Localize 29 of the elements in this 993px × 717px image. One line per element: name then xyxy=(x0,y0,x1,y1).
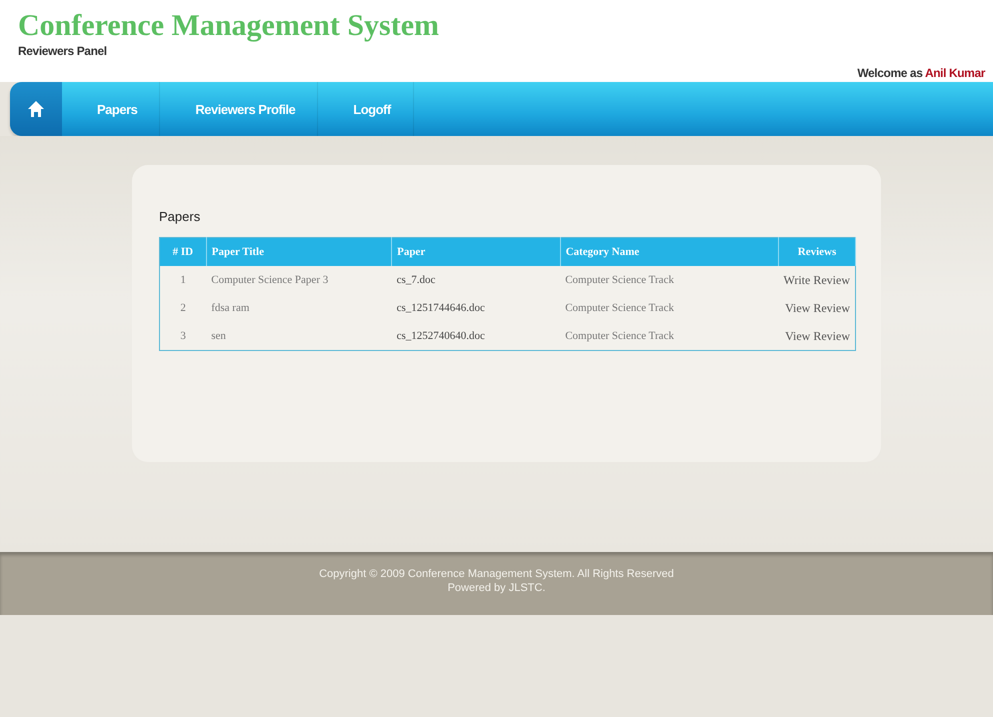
powered-by-text: Powered by JLSTC. xyxy=(446,581,546,595)
column-header: Paper xyxy=(392,238,560,266)
column-header: # ID xyxy=(160,238,206,266)
column-header: Paper Title xyxy=(206,238,392,266)
review-link[interactable]: Write Review xyxy=(784,272,850,286)
table-cell: Computer Science Track xyxy=(560,266,778,294)
table-cell: sen xyxy=(206,322,392,350)
section-title: Papers xyxy=(159,209,202,224)
site-title: Conference Management System xyxy=(18,8,440,44)
table-cell-text: cs_1251744646.doc xyxy=(396,301,486,316)
table-cell: cs_7.doc xyxy=(392,266,560,294)
user-name: Anil Kumar xyxy=(924,66,985,80)
column-header: Category Name xyxy=(560,238,778,266)
panel-subtitle: Reviewers Panel xyxy=(18,44,108,58)
table-cell: 3 xyxy=(160,322,206,350)
table-cell: 2 xyxy=(160,294,206,322)
table-cell-text: fdsa ram xyxy=(210,301,250,316)
home-button[interactable] xyxy=(10,82,62,136)
review-link[interactable]: View Review xyxy=(785,328,850,342)
table-cell: Computer Science Track xyxy=(560,322,778,350)
table-cell: Computer Science Paper 3 xyxy=(206,266,392,294)
table-cell-text: Computer Science Track xyxy=(564,301,675,316)
column-header: Reviews xyxy=(778,238,856,266)
home-icon xyxy=(27,100,45,118)
copyright-text: Copyright © 2009 Conference Management System. All Rights Reserved xyxy=(318,567,675,581)
welcome-label: Welcome as xyxy=(857,66,922,80)
review-link[interactable]: View Review xyxy=(785,300,850,314)
table-cell: cs_1252740640.doc xyxy=(392,322,560,350)
table-cell: 1 xyxy=(160,266,206,294)
